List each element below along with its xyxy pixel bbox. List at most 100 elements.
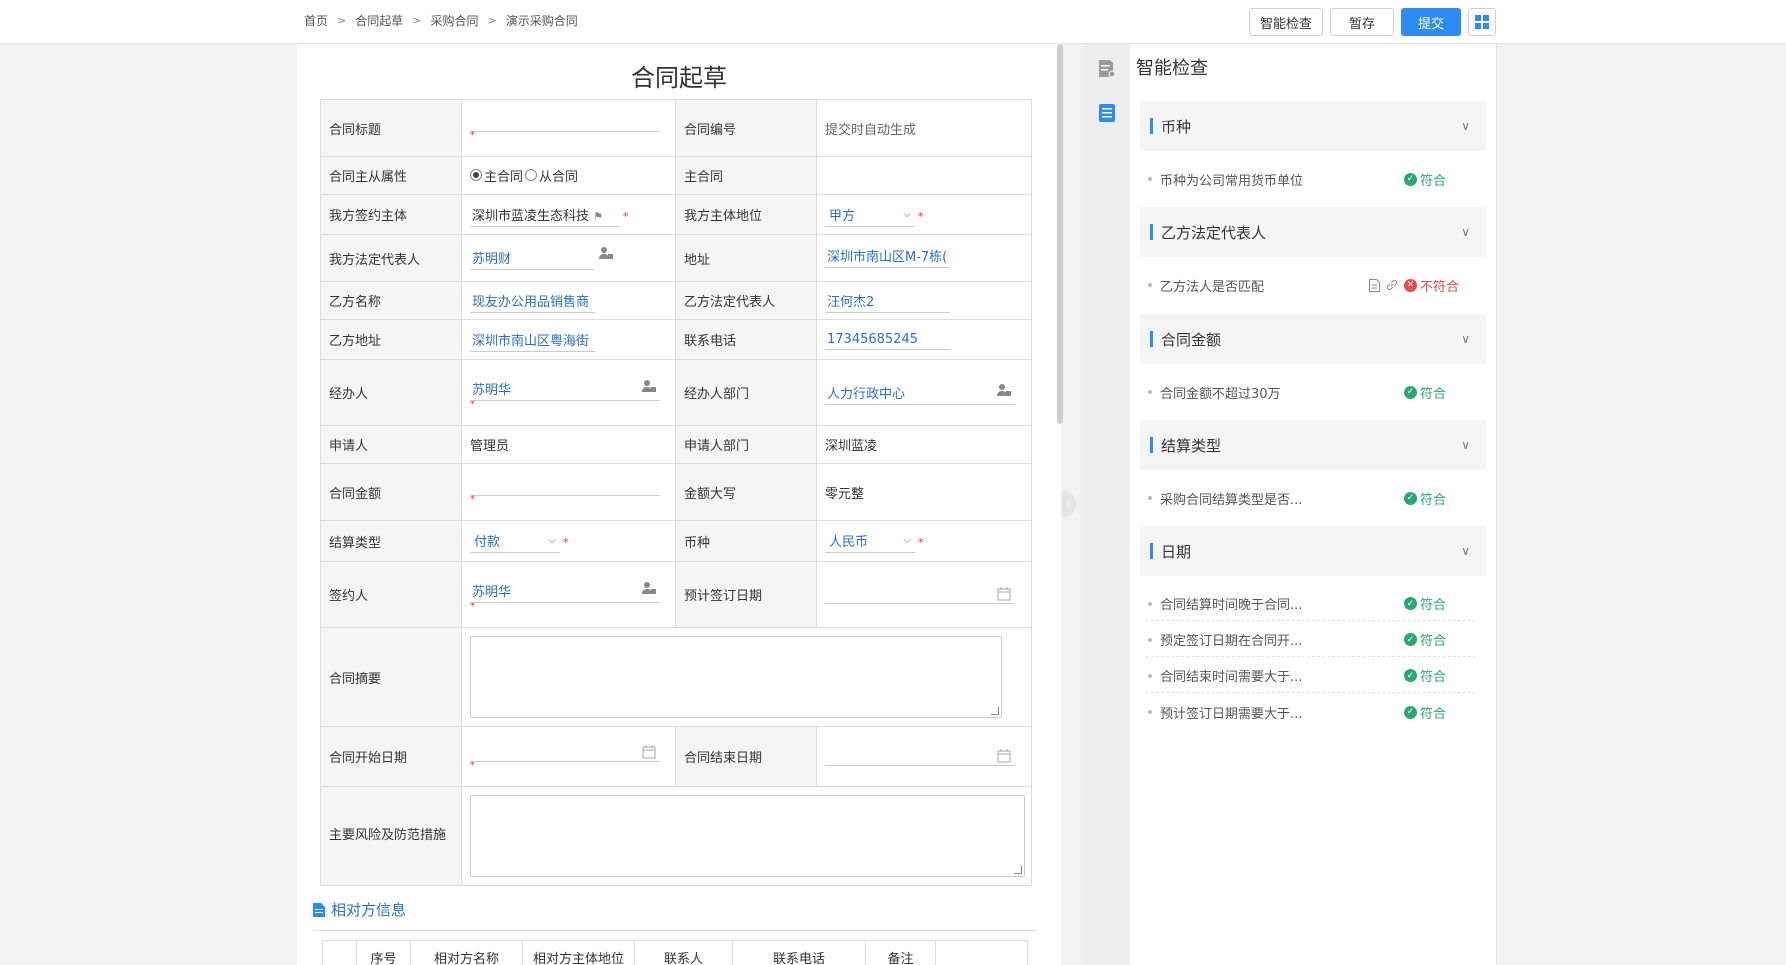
party-col-header: 序号 (356, 940, 411, 965)
legal-rep-field[interactable]: 苏明财 (470, 246, 595, 270)
resize-grip-icon[interactable] (1014, 866, 1022, 874)
party-col-header: 联系人 (634, 940, 733, 965)
amount-input[interactable] (470, 480, 660, 496)
party-table-select (322, 940, 357, 965)
phone-field[interactable]: 17345685245 (825, 330, 950, 350)
party-col-header: 相对方主体地位 (522, 940, 635, 965)
bullet (1148, 673, 1152, 678)
radio-main[interactable]: 主合同 (470, 166, 523, 185)
document-icon[interactable] (1369, 278, 1380, 292)
summary-textarea[interactable] (470, 636, 1002, 718)
submit-button[interactable]: 提交 (1400, 8, 1461, 36)
report-icon[interactable] (1096, 58, 1118, 80)
label-amount-upper: 金额大写 (675, 463, 817, 521)
group-name: 日期 (1161, 542, 1192, 561)
close-circle-icon: ✕ (1404, 278, 1417, 292)
chevron-double-down-icon: ∨ (1461, 544, 1470, 558)
link-icon[interactable] (1386, 279, 1398, 291)
radio-sub[interactable]: 从合同 (525, 166, 578, 185)
label-plan-date: 预计签订日期 (675, 561, 817, 628)
right-margin (1497, 44, 1786, 965)
list-icon[interactable] (1096, 102, 1118, 124)
status-text: 符合 (1420, 670, 1447, 685)
calendar-icon[interactable] (997, 748, 1011, 763)
plan-date-input[interactable] (825, 586, 1015, 604)
check-group-currency[interactable]: 币种 ∨ (1140, 101, 1486, 151)
address-cell: 深圳市南山区M-7栋( (816, 234, 1032, 282)
save-draft-button[interactable]: 暂存 (1329, 8, 1394, 36)
currency-select[interactable]: 人民币 ⌵ (825, 529, 915, 553)
check-item-text: 预定签订日期在合同开... (1160, 634, 1303, 649)
position-value: 甲方 (829, 208, 856, 224)
status-text: 符合 (1420, 706, 1447, 722)
handler-value: 苏明华 (472, 382, 512, 398)
risk-textarea[interactable] (470, 795, 1025, 877)
b-name-field[interactable]: 现友办公用品销售商 (470, 289, 595, 313)
calendar-icon[interactable] (997, 586, 1011, 601)
contract-number-value: 提交时自动生成 (816, 99, 1032, 157)
required-mark: * (918, 536, 924, 549)
check-item: 币种为公司常用货币单位 ✓ 符合 (1146, 162, 1476, 196)
breadcrumb-separator: > (487, 13, 497, 27)
status-badge: ✕ 不符合 (1404, 276, 1476, 295)
group-name: 合同金额 (1161, 330, 1222, 349)
label-applicant: 申请人 (320, 425, 462, 464)
person-picker-icon[interactable] (599, 246, 614, 260)
calendar-icon[interactable] (642, 744, 656, 759)
legal-rep-cell: 苏明财 (461, 234, 676, 282)
position-select[interactable]: 甲方 ⌵ (825, 203, 915, 227)
chevron-double-down-icon: ∨ (1461, 119, 1470, 133)
label-applicant-dept: 申请人部门 (675, 425, 817, 464)
person-picker-icon[interactable] (997, 383, 1011, 397)
grid-icon (1475, 15, 1489, 29)
settle-select[interactable]: 付款 ⌵ (470, 529, 560, 553)
label-b-name: 乙方名称 (320, 281, 462, 320)
currency-value: 人民币 (829, 535, 869, 550)
risk-cell (461, 786, 1032, 886)
breadcrumb-draft[interactable]: 合同起草 (355, 12, 403, 29)
document-icon (313, 902, 325, 917)
check-group-b-legal[interactable]: 乙方法定代表人 ∨ (1140, 207, 1486, 257)
start-date-input[interactable] (470, 744, 660, 762)
grid-menu-button[interactable] (1468, 8, 1496, 36)
handler-dept-field[interactable]: 人力行政中心 (825, 381, 1015, 405)
collapse-handle[interactable]: › (1062, 490, 1076, 518)
required-mark: * (470, 494, 475, 505)
plan-date-cell (816, 561, 1032, 628)
check-group-settle[interactable]: 结算类型 ∨ (1140, 420, 1486, 470)
party-col-header: 备注 (865, 940, 936, 965)
check-item-text: 合同结束时间需要大于... (1160, 670, 1303, 685)
resize-grip-icon[interactable] (991, 707, 999, 715)
top-bar: 首页 > 合同起草 > 采购合同 > 演示采购合同 智能检查 暂存 提交 (0, 0, 1786, 44)
b-address-field[interactable]: 深圳市南山区粤海街 (470, 328, 595, 352)
signatory-field[interactable]: 苏明华 (470, 579, 660, 603)
smart-check-button[interactable]: 智能检查 (1248, 8, 1323, 36)
right-icon-strip (1084, 44, 1130, 965)
bullet (1148, 283, 1152, 287)
check-group-date[interactable]: 日期 ∨ (1140, 526, 1486, 576)
breadcrumb-home[interactable]: 首页 (304, 12, 328, 29)
check-item-text: 合同结算时间晚于合同... (1160, 598, 1303, 613)
breadcrumb-purchase[interactable]: 采购合同 (430, 12, 478, 29)
status-text: 符合 (1420, 386, 1447, 402)
required-mark: * (918, 209, 924, 223)
handler-field[interactable]: 苏明华 (470, 377, 660, 401)
check-circle-icon: ✓ (1404, 633, 1417, 646)
form-scrollbar[interactable] (1057, 44, 1063, 424)
party-col-header: 联系电话 (732, 940, 866, 965)
top-actions: 智能检查 暂存 提交 (1248, 8, 1496, 36)
status-badge: ✓ 符合 (1404, 489, 1476, 508)
person-picker-icon[interactable] (642, 379, 656, 393)
contract-title-input[interactable] (470, 116, 660, 132)
check-circle-icon: ✓ (1404, 385, 1417, 399)
check-item: 合同结束时间需要大于... ✓ 符合 (1146, 659, 1476, 693)
b-legal-field[interactable]: 汪何杰2 (825, 289, 950, 313)
end-date-input[interactable] (825, 748, 1015, 766)
start-date-cell: * (461, 726, 676, 787)
person-picker-icon[interactable] (642, 581, 656, 595)
bullet (1148, 496, 1152, 500)
label-position: 我方主体地位 (675, 194, 817, 235)
check-group-amount[interactable]: 合同金额 ∨ (1140, 314, 1486, 364)
signer-entity-field[interactable]: 深圳市蓝凌生态科技 ⚑ (470, 203, 620, 227)
address-field[interactable]: 深圳市南山区M-7栋( (825, 244, 950, 268)
